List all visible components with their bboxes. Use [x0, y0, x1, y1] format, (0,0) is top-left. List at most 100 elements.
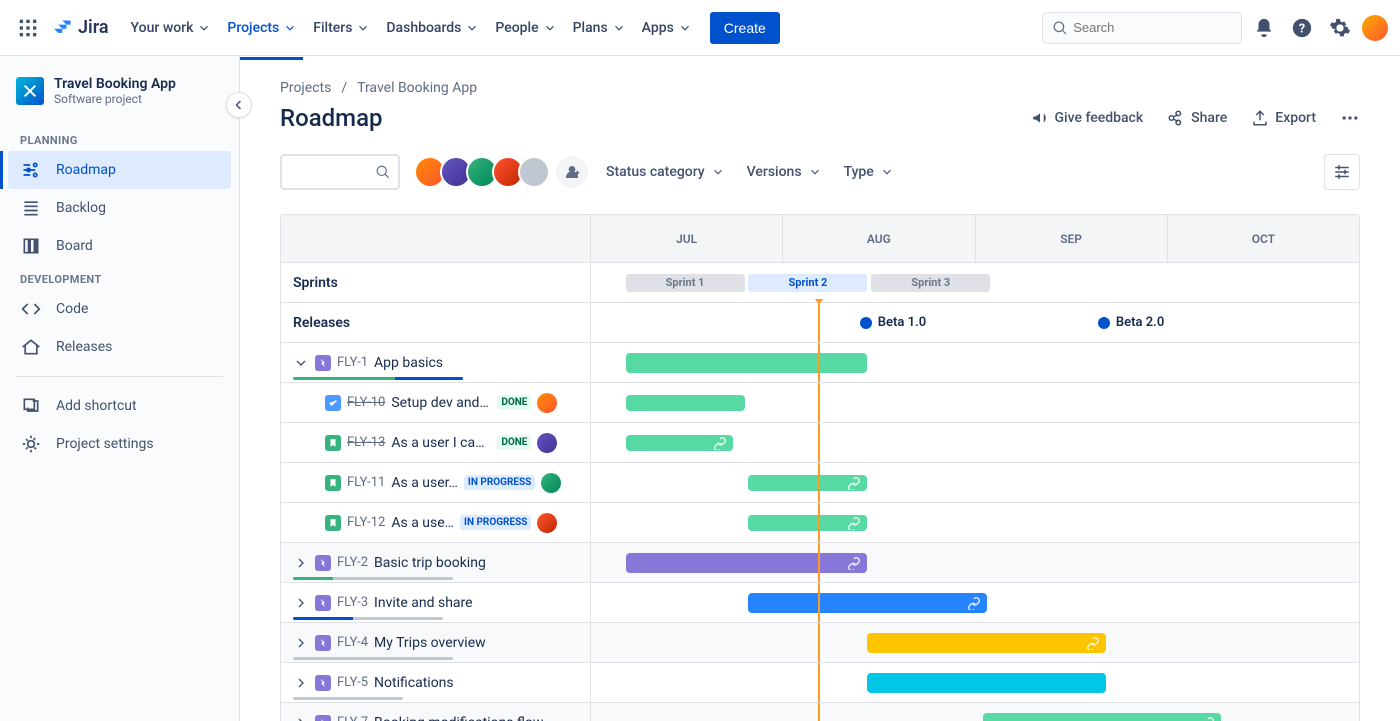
versions-filter[interactable]: Versions — [743, 158, 826, 186]
release-marker[interactable]: Beta 1.0 — [860, 315, 926, 330]
issue-title[interactable]: Notifications — [374, 675, 454, 691]
issue-bar[interactable] — [626, 395, 745, 411]
issue-key[interactable]: FLY-7 — [337, 715, 368, 721]
assignee-avatar[interactable] — [537, 393, 557, 413]
child-issue-row: FLY-11 As a user… IN PROGRESS — [281, 463, 1359, 503]
app-switcher-button[interactable] — [12, 12, 44, 44]
global-search-input[interactable] — [1073, 20, 1231, 35]
issue-key[interactable]: FLY-2 — [337, 555, 368, 570]
issue-bar[interactable] — [748, 475, 867, 491]
issue-title[interactable]: As a use… — [391, 515, 454, 531]
assignee-avatar[interactable] — [541, 473, 561, 493]
give-feedback-button[interactable]: Give feedback — [1031, 109, 1144, 127]
issue-bar[interactable] — [748, 515, 867, 531]
issue-key[interactable]: FLY-10 — [347, 395, 385, 410]
project-settings-button[interactable]: Project settings — [8, 425, 231, 463]
releases-icon — [20, 336, 42, 358]
roadmap-search-input[interactable] — [290, 165, 376, 180]
breadcrumb-project[interactable]: Travel Booking App — [357, 80, 477, 96]
nav-item-dashboards[interactable]: Dashboards — [380, 12, 485, 44]
add-shortcut-button[interactable]: Add shortcut — [8, 387, 231, 425]
task-icon — [325, 395, 341, 411]
issue-title[interactable]: Invite and share — [374, 595, 473, 611]
settings-button[interactable] — [1324, 12, 1356, 44]
global-search[interactable] — [1042, 12, 1242, 44]
sprint-pill[interactable]: Sprint 2 — [748, 274, 867, 292]
collapse-sidebar-button[interactable] — [226, 92, 252, 118]
expand-toggle[interactable] — [293, 635, 309, 651]
link-icon — [967, 596, 981, 610]
epic-bar[interactable] — [626, 353, 868, 373]
expand-toggle[interactable] — [293, 555, 309, 571]
add-assignee-button[interactable] — [556, 156, 588, 188]
nav-item-projects[interactable]: Projects — [221, 12, 303, 44]
progress-bar — [293, 377, 463, 380]
board-icon — [20, 235, 42, 257]
chevron-down-icon — [808, 165, 822, 179]
expand-toggle[interactable] — [293, 595, 309, 611]
status-lozenge: IN PROGRESS — [464, 475, 535, 490]
more-actions-button[interactable] — [1340, 108, 1360, 128]
issue-title[interactable]: Basic trip booking — [374, 555, 486, 571]
epic-bar[interactable] — [867, 673, 1105, 693]
issue-key[interactable]: FLY-3 — [337, 595, 368, 610]
issue-bar[interactable] — [626, 435, 734, 451]
issue-title[interactable]: Booking modifications flow — [374, 715, 543, 721]
breadcrumb-projects[interactable]: Projects — [280, 80, 331, 96]
sprint-pill[interactable]: Sprint 3 — [871, 274, 990, 292]
issue-key[interactable]: FLY-5 — [337, 675, 368, 690]
share-button[interactable]: Share — [1167, 109, 1227, 127]
create-button[interactable]: Create — [710, 12, 780, 44]
link-icon — [847, 516, 861, 530]
issue-key[interactable]: FLY-12 — [347, 515, 385, 530]
nav-item-plans[interactable]: Plans — [567, 12, 632, 44]
today-marker — [818, 343, 820, 382]
assignee-avatar[interactable] — [537, 513, 557, 533]
chevron-down-icon — [711, 165, 725, 179]
expand-toggle[interactable] — [293, 355, 309, 371]
month-column: SEP — [975, 215, 1167, 262]
nav-item-apps[interactable]: Apps — [636, 12, 698, 44]
expand-toggle[interactable] — [293, 715, 309, 721]
epic-bar[interactable] — [626, 553, 868, 573]
sidebar-item-code[interactable]: Code — [8, 290, 231, 328]
today-marker — [818, 583, 820, 622]
nav-item-people[interactable]: People — [489, 12, 562, 44]
jira-logo[interactable]: Jira — [52, 17, 109, 39]
help-button[interactable]: ? — [1286, 12, 1318, 44]
project-header[interactable]: Travel Booking App Software project — [8, 76, 231, 126]
roadmap-grid: JULAUGSEPOCT Sprints Sprint 1Sprint 2Spr… — [280, 214, 1360, 721]
issue-title[interactable]: App basics — [374, 355, 443, 371]
nav-item-filters[interactable]: Filters — [307, 12, 376, 44]
issue-key[interactable]: FLY-1 — [337, 355, 368, 370]
status-category-filter[interactable]: Status category — [602, 158, 729, 186]
status-lozenge: DONE — [497, 395, 531, 410]
sidebar-item-board[interactable]: Board — [8, 227, 231, 265]
issue-title[interactable]: Setup dev and … — [391, 395, 491, 411]
issue-key[interactable]: FLY-11 — [347, 475, 385, 490]
profile-avatar[interactable] — [1362, 15, 1388, 41]
sidebar-item-backlog[interactable]: Backlog — [8, 189, 231, 227]
assignee-avatar[interactable] — [518, 156, 550, 188]
issue-title[interactable]: As a user… — [391, 475, 458, 491]
epic-bar[interactable] — [983, 713, 1221, 721]
epic-bar[interactable] — [867, 633, 1105, 653]
assignee-avatar[interactable] — [537, 433, 557, 453]
sidebar-item-releases[interactable]: Releases — [8, 328, 231, 366]
expand-toggle[interactable] — [293, 675, 309, 691]
notifications-button[interactable] — [1248, 12, 1280, 44]
sidebar-item-roadmap[interactable]: Roadmap — [8, 151, 231, 189]
issue-key[interactable]: FLY-13 — [347, 435, 385, 450]
issue-key[interactable]: FLY-4 — [337, 635, 368, 650]
nav-item-your-work[interactable]: Your work — [125, 12, 218, 44]
epic-bar[interactable] — [748, 593, 986, 613]
issue-title[interactable]: As a user I can … — [391, 435, 491, 451]
export-button[interactable]: Export — [1251, 109, 1316, 127]
sprint-pill[interactable]: Sprint 1 — [626, 274, 745, 292]
view-settings-button[interactable] — [1324, 154, 1360, 190]
issue-title[interactable]: My Trips overview — [374, 635, 486, 651]
type-filter[interactable]: Type — [840, 158, 898, 186]
roadmap-search[interactable] — [280, 154, 400, 190]
release-marker[interactable]: Beta 2.0 — [1098, 315, 1164, 330]
chevron-down-icon — [356, 21, 370, 35]
